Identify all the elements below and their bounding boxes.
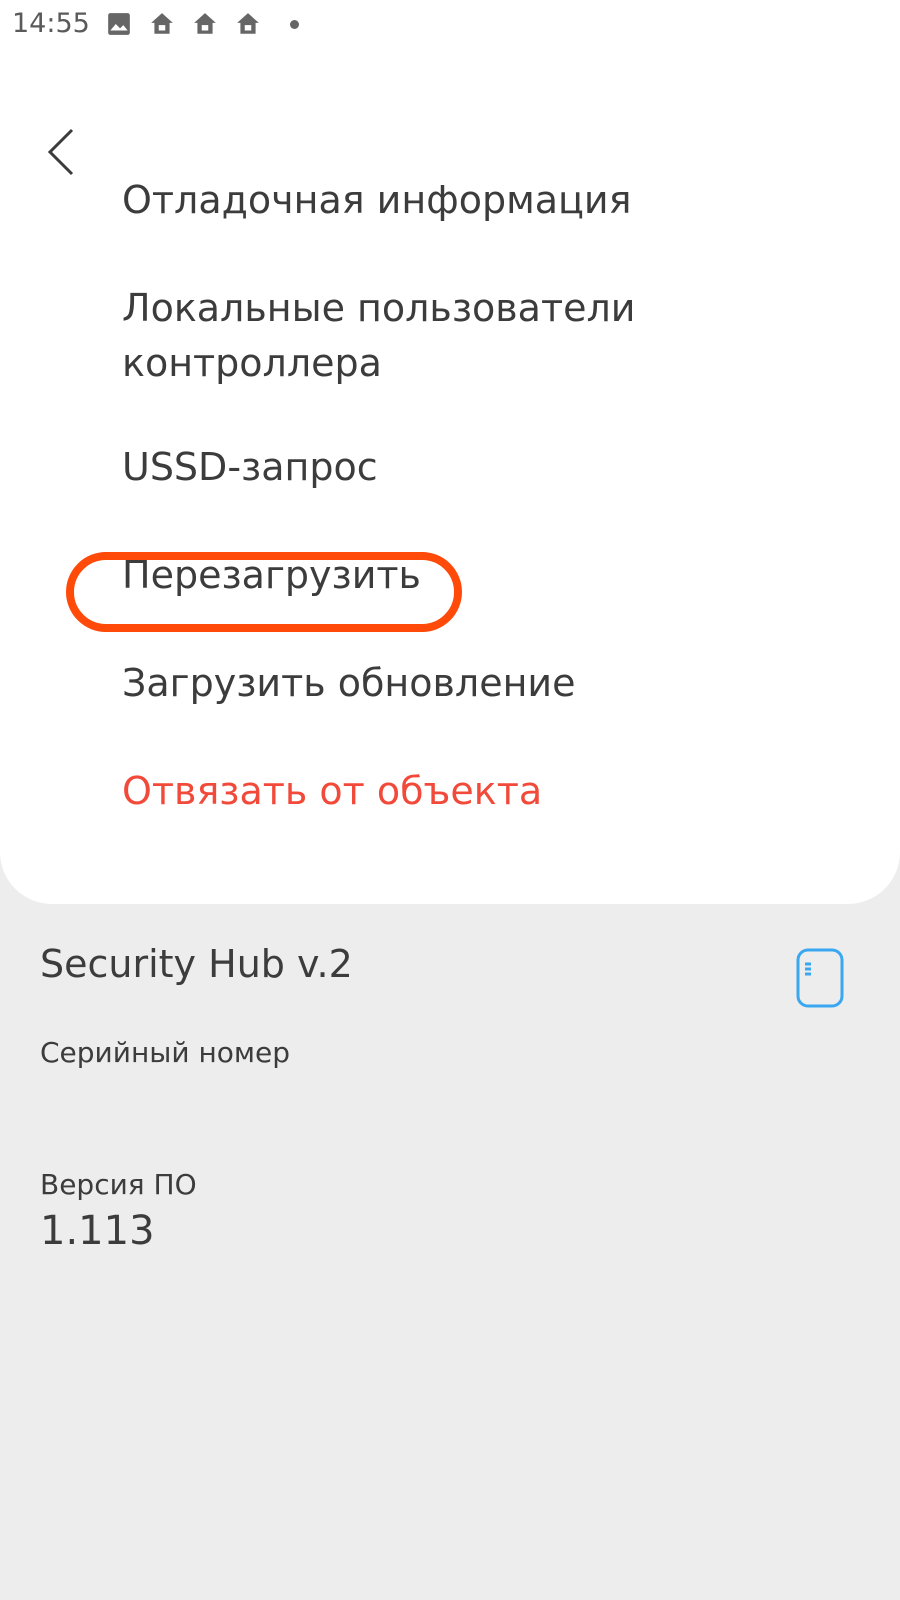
status-bar: 14:55 [0,0,900,50]
menu-item-local-users[interactable]: Локальные пользователи контроллера [122,281,635,391]
home-icon [151,13,173,34]
device-title: Security Hub v.2 [40,942,353,986]
dot-icon [290,20,299,29]
menu-item-ussd-request[interactable]: USSD-запрос [122,440,378,495]
firmware-version-label: Версия ПО [40,1168,197,1201]
hub-device-icon[interactable] [796,948,844,1008]
status-time: 14:55 [12,8,90,39]
options-menu: Отладочная информация Локальные пользова… [0,50,900,904]
menu-item-upload-update[interactable]: Загрузить обновление [122,656,576,711]
firmware-version-value: 1.113 [40,1208,155,1254]
home-icon [194,13,216,34]
menu-item-debug-info[interactable]: Отладочная информация [122,173,631,228]
serial-number-label: Серийный номер [40,1036,291,1069]
back-arrow-icon[interactable] [40,125,90,195]
image-icon [108,13,130,35]
menu-item-unlink-object[interactable]: Отвязать от объекта [122,764,542,819]
menu-item-reboot[interactable]: Перезагрузить [122,548,421,603]
home-icon [237,13,259,34]
